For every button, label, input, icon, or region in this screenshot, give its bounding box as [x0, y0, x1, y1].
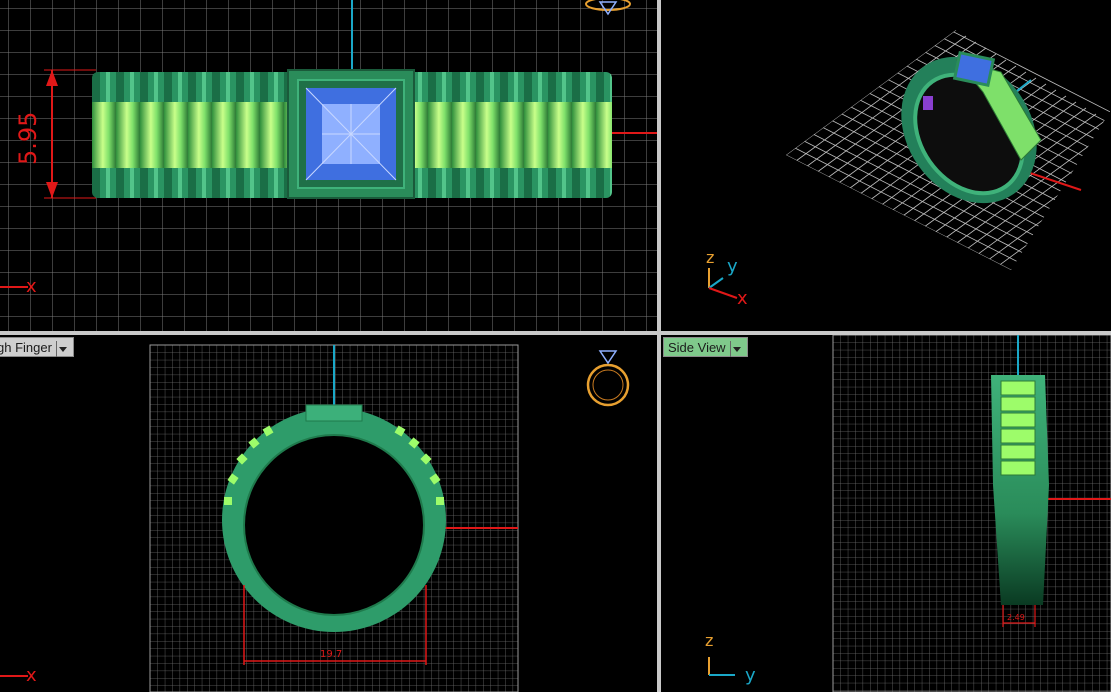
height-dimension-label: 5.95 — [14, 111, 42, 165]
front-viewport-canvas — [0, 344, 630, 692]
viewport-divider-horizontal[interactable] — [0, 331, 1111, 335]
perspective-viewport-canvas — [708, 30, 1111, 299]
y-axis-label: y — [727, 256, 738, 277]
ring-band-right — [414, 102, 612, 168]
viewport-divider-vertical[interactable] — [657, 0, 661, 692]
ring-3d — [901, 50, 1042, 204]
z-axis-label: z — [706, 248, 715, 267]
side-viewport-canvas — [708, 335, 1111, 692]
ring-band-left — [92, 102, 288, 168]
x-axis-label: x — [26, 665, 37, 686]
viewport-view-selector[interactable]: Side View — [663, 337, 748, 357]
x-axis-label: x — [737, 288, 748, 309]
viewport-view-label: gh Finger — [0, 340, 52, 355]
z-axis-label: z — [705, 631, 714, 650]
top-viewport-canvas — [0, 0, 657, 331]
ring-icon — [586, 350, 630, 407]
perspective-viewport[interactable]: z y x — [661, 0, 1111, 331]
top-viewport[interactable]: 5.95 x — [0, 0, 657, 331]
front-viewport[interactable]: gh Finger 19.7 x — [0, 335, 657, 692]
chevron-down-icon[interactable] — [729, 340, 743, 357]
x-axis-label: x — [26, 276, 37, 297]
thickness-dimension-label: 2.49 — [1007, 613, 1025, 622]
chevron-down-icon[interactable] — [55, 340, 69, 357]
ring-front — [222, 404, 446, 632]
side-viewport[interactable]: Side View 2.49 z y — [661, 335, 1111, 692]
ring-side — [991, 375, 1049, 605]
y-axis-label: y — [745, 665, 756, 686]
viewport-view-selector[interactable]: gh Finger — [0, 337, 74, 357]
width-dimension-label: 19.7 — [320, 649, 343, 660]
viewport-view-label: Side View — [668, 340, 726, 355]
